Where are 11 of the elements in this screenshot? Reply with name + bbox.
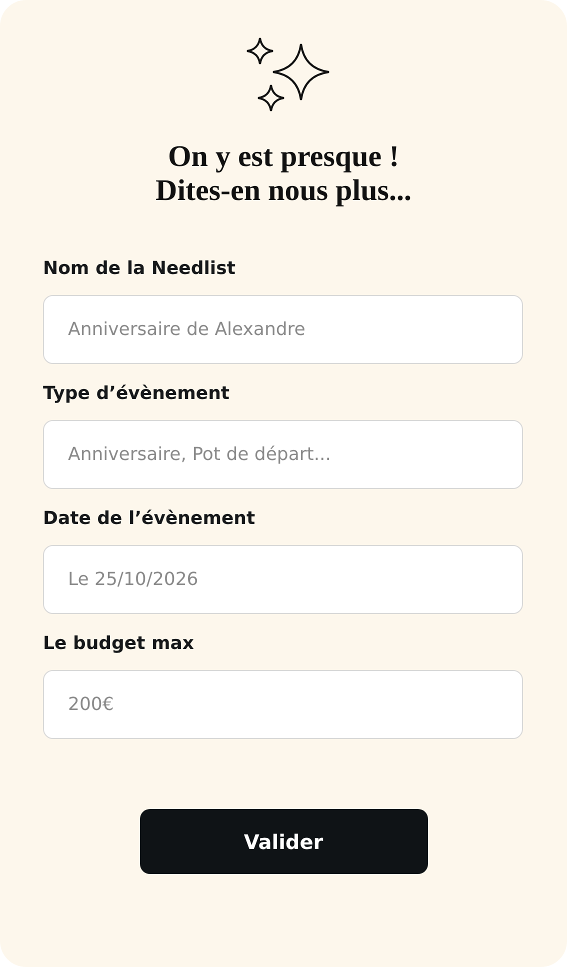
field-label: Le budget max xyxy=(43,632,196,656)
heading: On y est presque ! xyxy=(168,140,400,174)
field-label: Type d’évènement xyxy=(43,382,231,406)
input-field[interactable]: Anniversaire, Pot de départ... xyxy=(43,420,523,489)
input-field[interactable]: 200€ xyxy=(43,670,523,739)
submit-button[interactable]: Valider xyxy=(140,809,428,874)
heading: Dites-en nous plus... xyxy=(156,174,412,208)
input-field[interactable]: Anniversaire de Alexandre xyxy=(43,295,523,364)
field-label: Date de l’évènement xyxy=(43,507,256,531)
input-field[interactable]: Le 25/10/2026 xyxy=(43,545,523,614)
field-label: Nom de la Needlist xyxy=(43,257,236,281)
